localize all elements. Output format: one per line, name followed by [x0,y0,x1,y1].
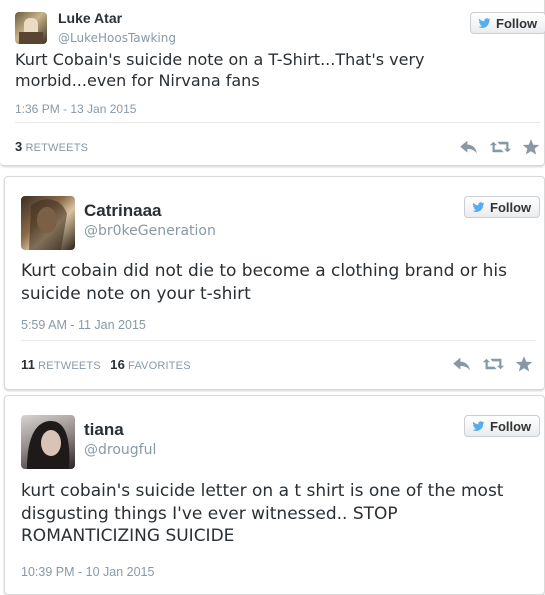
tweet-card: Luke Atar @LukeHoosTawking Follow Kurt C… [0,0,545,166]
user-name[interactable]: Luke Atar [58,10,122,26]
favorites-stat[interactable]: 16 FAVORITES [110,357,191,372]
reply-icon[interactable] [459,139,479,155]
tweet-actions [452,355,533,373]
tweet-text: Kurt Cobain's suicide note on a T-Shirt.… [15,50,425,91]
retweet-icon[interactable] [489,139,512,155]
tweet-timestamp[interactable]: 5:59 AM - 11 Jan 2015 [21,318,146,332]
favorite-star-icon[interactable] [522,138,540,156]
follow-button[interactable]: Follow [470,12,545,34]
favorite-star-icon[interactable] [515,355,533,373]
user-handle[interactable]: @br0keGeneration [84,223,216,239]
retweets-stat[interactable]: 11 RETWEETS [21,357,101,372]
follow-label: Follow [496,15,538,31]
favorites-label: FAVORITES [128,360,191,372]
avatar[interactable] [21,415,75,469]
tweet-text: Kurt cobain did not die to become a clot… [21,261,507,304]
tweet-text: kurt cobain's suicide letter on a t shir… [21,481,504,547]
follow-button[interactable]: Follow [464,415,541,437]
user-name[interactable]: Catrinaaa [84,201,161,221]
avatar[interactable] [21,196,75,250]
retweets-label: RETWEETS [25,142,89,154]
user-handle[interactable]: @drougful [84,442,156,458]
tweet-actions [459,138,540,156]
tweet-timestamp[interactable]: 10:39 PM - 10 Jan 2015 [21,565,154,579]
divider [15,122,540,123]
user-name[interactable]: tiana [84,420,124,440]
retweet-icon[interactable] [482,356,505,372]
tweet-card: tiana @drougful Follow kurt cobain's sui… [4,395,545,595]
follow-label: Follow [490,199,532,215]
twitter-bird-icon [477,17,492,30]
twitter-bird-icon [471,201,486,214]
tweet-card: Catrinaaa @br0keGeneration Follow Kurt c… [4,176,545,390]
follow-button[interactable]: Follow [464,196,541,218]
retweets-label: RETWEETS [38,360,101,372]
retweets-count: 3 [15,139,23,154]
divider [21,340,536,341]
reply-icon[interactable] [452,356,472,372]
twitter-bird-icon [471,420,486,433]
user-handle[interactable]: @LukeHoosTawking [58,31,176,45]
tweet-stats: 3 RETWEETS [15,139,88,154]
retweets-stat[interactable]: 3 RETWEETS [15,139,89,154]
tweet-timestamp[interactable]: 1:36 PM - 13 Jan 2015 [15,102,136,116]
avatar[interactable] [15,12,47,44]
favorites-count: 16 [110,357,126,372]
tweet-stats: 11 RETWEETS 16 FAVORITES [21,357,191,372]
retweets-count: 11 [21,357,36,372]
follow-label: Follow [490,418,532,434]
